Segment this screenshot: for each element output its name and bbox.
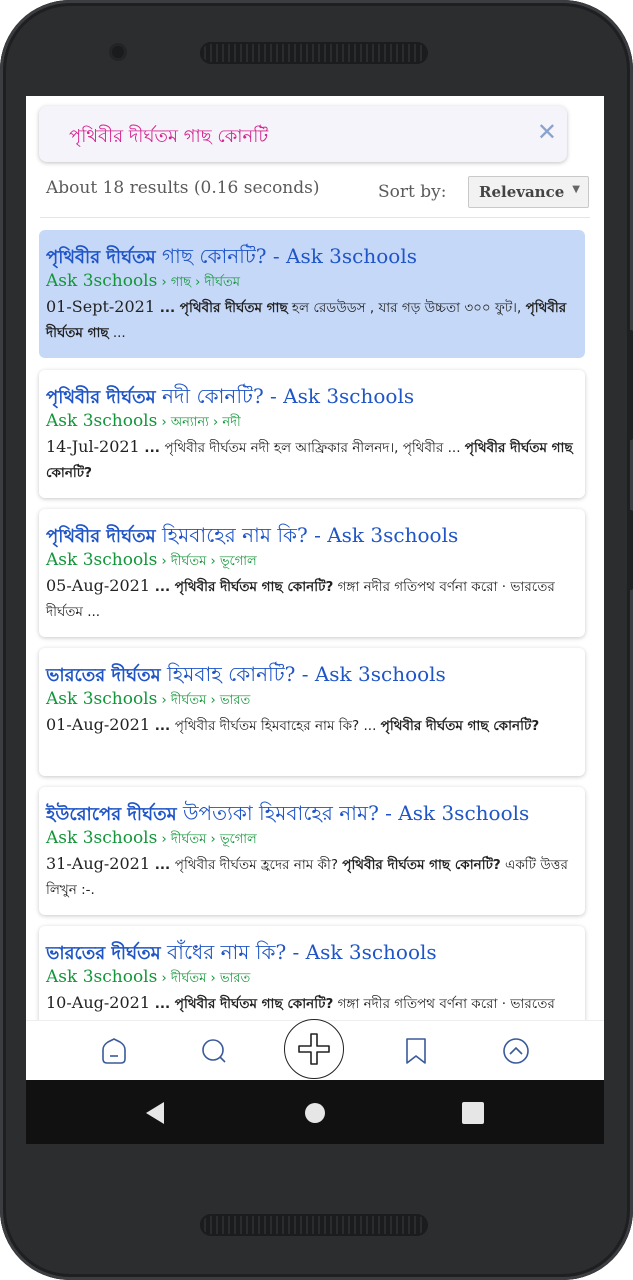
- bottom-toolbar: [26, 1019, 604, 1080]
- result-date: 10-Aug-2021: [46, 993, 150, 1012]
- result-title-rest: উপত্যকা হিমবাহের নাম? - Ask 3schools: [176, 801, 530, 825]
- result-ellipsis: ...: [155, 300, 180, 316]
- result-title-rest: হিমবাহের নাম কি? - Ask 3schools: [155, 523, 459, 547]
- result-ellipsis: ...: [150, 996, 175, 1012]
- screen: পৃথিবীর দীর্ঘতম গাছ কোনটি ✕ About 18 res…: [26, 96, 604, 1144]
- result-title-highlight: ইউরোপের দীর্ঘতম: [46, 804, 177, 825]
- snippet-highlight: পৃথিবীর দীর্ঘতম গাছ কোনটি?: [342, 857, 501, 873]
- snippet-highlight: পৃথিবীর দীর্ঘতম গাছ কোনটি?: [174, 579, 334, 595]
- bookmark-icon[interactable]: [400, 1035, 432, 1067]
- snippet-text: পৃথিবীর দীর্ঘতম হ্রদের নাম কী?: [174, 857, 343, 873]
- search-result-card[interactable]: পৃথিবীর দীর্ঘতম গাছ কোনটি? - Ask 3school…: [39, 230, 585, 358]
- result-breadcrumb[interactable]: Ask 3schools › দীর্ঘতম › ভারত: [46, 689, 250, 712]
- snippet-text: পৃথিবীর দীর্ঘতম হিমবাহের নাম কি? ...: [174, 718, 381, 734]
- result-path: › দীর্ঘতম › ভারত: [157, 971, 251, 986]
- result-title-highlight: ভারতের দীর্ঘতম: [46, 943, 161, 964]
- search-results-page: পৃথিবীর দীর্ঘতম গাছ কোনটি ✕ About 18 res…: [26, 96, 604, 1080]
- results-count: About 18 results (0.16 seconds): [46, 178, 320, 198]
- result-date: 05-Aug-2021: [46, 576, 150, 595]
- result-title-rest: নদী কোনটি? - Ask 3schools: [155, 384, 415, 408]
- result-title-rest: হিমবাহ কোনটি? - Ask 3schools: [160, 662, 446, 686]
- result-date: 01-Aug-2021: [46, 715, 150, 734]
- snippet-highlight: পৃথিবীর দীর্ঘতম গাছ: [179, 300, 288, 316]
- result-title-highlight: পৃথিবীর দীর্ঘতম: [46, 247, 156, 268]
- result-path: › দীর্ঘতম › ভূগোল: [157, 832, 257, 847]
- result-title-rest: বাঁধের নাম কি? - Ask 3schools: [160, 940, 437, 964]
- search-box[interactable]: পৃথিবীর দীর্ঘতম গাছ কোনটি ✕: [39, 106, 567, 162]
- snippet-text: হল রেডউডস , যার গড় উচ্চতা ৩০০ ফুট।,: [287, 300, 526, 316]
- home-icon[interactable]: [98, 1035, 130, 1067]
- phone-frame: পৃথিবীর দীর্ঘতম গাছ কোনটি ✕ About 18 res…: [0, 0, 633, 1280]
- result-site: Ask 3schools: [46, 550, 158, 570]
- search-result-card[interactable]: ইউরোপের দীর্ঘতম উপত্যকা হিমবাহের নাম? - …: [39, 787, 585, 915]
- search-result-card[interactable]: পৃথিবীর দীর্ঘতম হিমবাহের নাম কি? - Ask 3…: [39, 509, 585, 637]
- volume-button: [628, 330, 633, 440]
- front-camera: [112, 46, 124, 58]
- result-breadcrumb[interactable]: Ask 3schools › দীর্ঘতম › ভূগোল: [46, 550, 257, 573]
- result-snippet: 01-Sept-2021 ... পৃথিবীর দীর্ঘতম গাছ হল …: [46, 295, 576, 345]
- snippet-text: ...: [108, 325, 126, 341]
- bottom-speaker: [200, 1214, 428, 1236]
- result-title-highlight: পৃথিবীর দীর্ঘতম: [46, 387, 156, 408]
- sort-selected-value: Relevance: [479, 183, 565, 201]
- result-title-highlight: ভারতের দীর্ঘতম: [46, 665, 161, 686]
- result-ellipsis: ...: [150, 718, 175, 734]
- sort-dropdown[interactable]: Relevance ▼: [468, 176, 589, 208]
- scroll-up-icon[interactable]: [500, 1035, 532, 1067]
- divider: [40, 217, 590, 218]
- add-button[interactable]: [284, 1019, 344, 1079]
- search-result-card[interactable]: ভারতের দীর্ঘতম হিমবাহ কোনটি? - Ask 3scho…: [39, 648, 585, 776]
- chevron-down-icon: ▼: [572, 184, 580, 195]
- add-icon: [298, 1033, 330, 1065]
- power-button: [628, 510, 633, 590]
- result-site: Ask 3schools: [46, 271, 158, 291]
- snippet-text: পৃথিবীর দীর্ঘতম নদী হল আফ্রিকার নীলনদ।, …: [164, 440, 465, 456]
- result-snippet: 31-Aug-2021 ... পৃথিবীর দীর্ঘতম হ্রদের ন…: [46, 852, 576, 902]
- sort-label: Sort by:: [378, 182, 447, 202]
- close-icon[interactable]: ✕: [537, 118, 557, 146]
- snippet-highlight: পৃথিবীর দীর্ঘতম গাছ কোনটি?: [174, 996, 334, 1012]
- result-date: 31-Aug-2021: [46, 854, 150, 873]
- result-site: Ask 3schools: [46, 411, 158, 431]
- result-site: Ask 3schools: [46, 967, 158, 987]
- result-site: Ask 3schools: [46, 689, 158, 709]
- top-speaker: [200, 42, 428, 64]
- result-path: › দীর্ঘতম › ভূগোল: [157, 554, 257, 569]
- search-icon[interactable]: [198, 1035, 230, 1067]
- result-path: › গাছ › দীর্ঘতম: [157, 275, 241, 290]
- result-title-highlight: পৃথিবীর দীর্ঘতম: [46, 526, 156, 547]
- result-date: 01-Sept-2021: [46, 297, 155, 316]
- search-result-card[interactable]: পৃথিবীর দীর্ঘতম নদী কোনটি? - Ask 3school…: [39, 370, 585, 498]
- search-query[interactable]: পৃথিবীর দীর্ঘতম গাছ কোনটি: [69, 122, 268, 153]
- result-path: › দীর্ঘতম › ভারত: [157, 693, 251, 708]
- result-path: › অন্যান্য › নদী: [157, 415, 241, 430]
- result-ellipsis: ...: [139, 440, 165, 456]
- result-snippet: 05-Aug-2021 ... পৃথিবীর দীর্ঘতম গাছ কোনট…: [46, 574, 576, 624]
- result-breadcrumb[interactable]: Ask 3schools › গাছ › দীর্ঘতম: [46, 271, 240, 294]
- back-icon[interactable]: [146, 1102, 164, 1124]
- home-button-icon[interactable]: [305, 1103, 325, 1123]
- result-breadcrumb[interactable]: Ask 3schools › অন্যান্য › নদী: [46, 411, 241, 434]
- result-ellipsis: ...: [150, 579, 175, 595]
- result-site: Ask 3schools: [46, 828, 158, 848]
- result-snippet: 14-Jul-2021 ... পৃথিবীর দীর্ঘতম নদী হল আ…: [46, 435, 576, 485]
- result-date: 14-Jul-2021: [46, 437, 140, 456]
- result-snippet: 01-Aug-2021 ... পৃথিবীর দীর্ঘতম হিমবাহের…: [46, 713, 576, 738]
- result-breadcrumb[interactable]: Ask 3schools › দীর্ঘতম › ভূগোল: [46, 828, 257, 851]
- result-breadcrumb[interactable]: Ask 3schools › দীর্ঘতম › ভারত: [46, 967, 250, 990]
- android-nav-bar: [26, 1080, 604, 1144]
- snippet-highlight: পৃথিবীর দীর্ঘতম গাছ কোনটি?: [380, 718, 540, 734]
- result-title-rest: গাছ কোনটি? - Ask 3schools: [155, 244, 417, 268]
- recents-icon[interactable]: [462, 1102, 484, 1124]
- result-ellipsis: ...: [150, 857, 175, 873]
